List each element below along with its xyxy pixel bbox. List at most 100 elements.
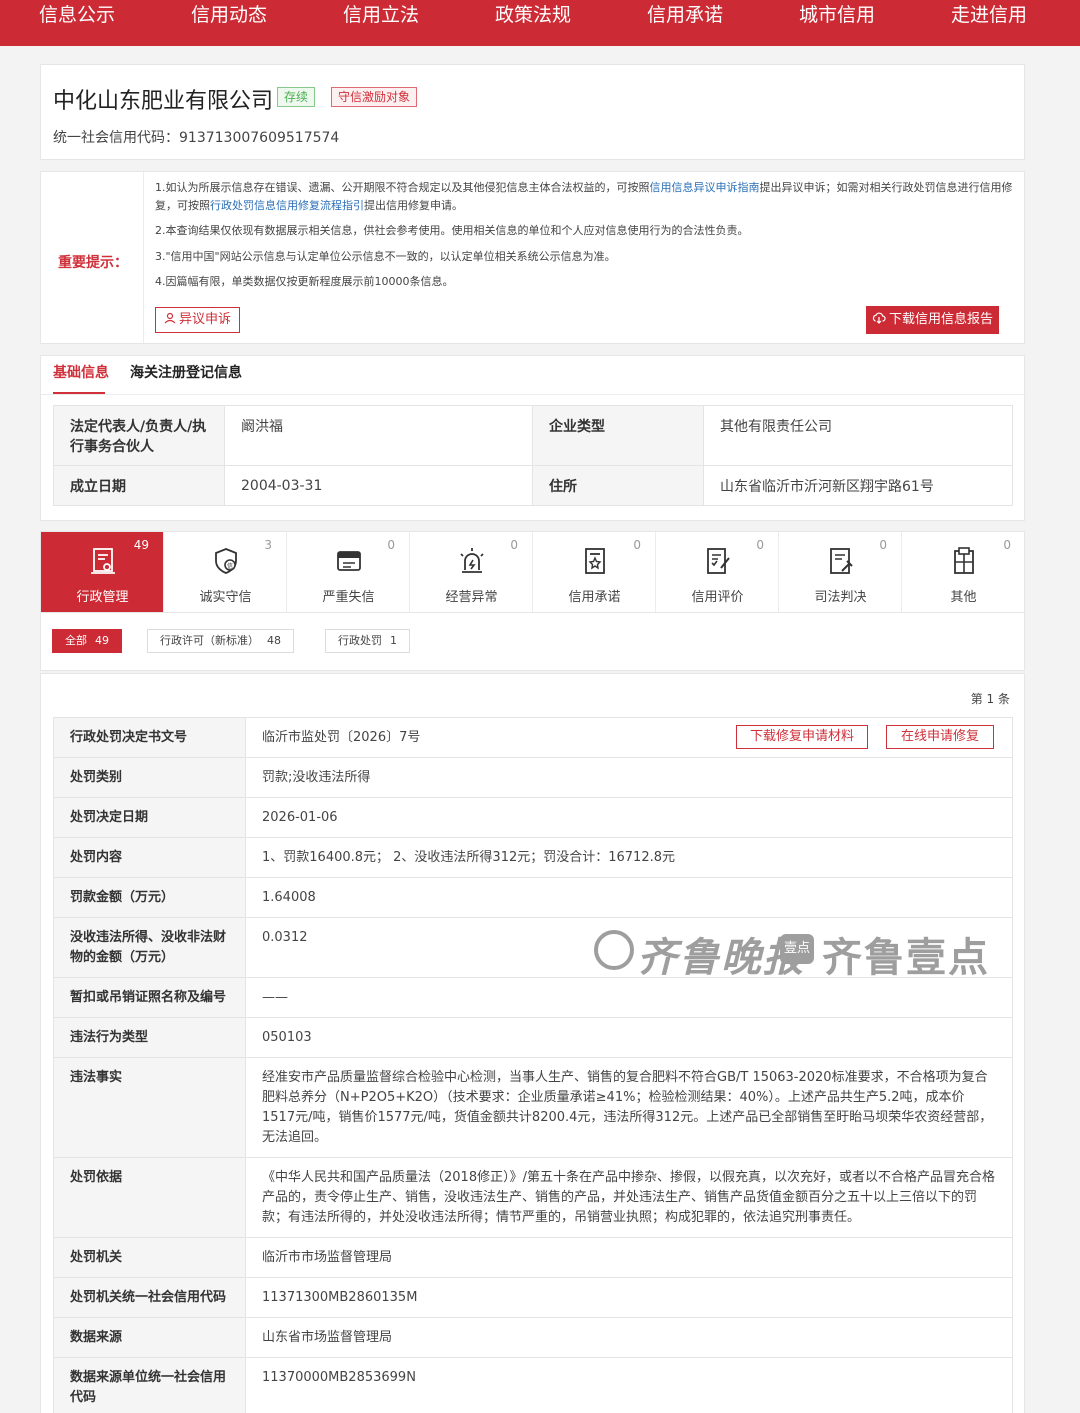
table-row: 数据来源 山东省市场监督管理局 <box>53 1317 1013 1358</box>
info-value: 其他有限责任公司 <box>703 405 1013 466</box>
person-icon <box>164 312 176 324</box>
admin-icon <box>91 548 115 574</box>
download-report-button[interactable]: 下载信用信息报告 <box>866 306 999 334</box>
record-value: 罚款;没收违法所得 <box>245 757 1013 798</box>
nav-item-policy[interactable]: 政策法规 <box>495 0 571 36</box>
filter-label: 行政处罚 <box>338 634 382 647</box>
record-index: 第 1 条 <box>970 692 1010 706</box>
nav-item-about[interactable]: 走进信用 <box>951 0 1027 36</box>
record-value: 1、罚款16400.8元； 2、没收违法所得312元；罚没合计：16712.8元 <box>245 837 1013 878</box>
filter-count: 1 <box>390 634 397 647</box>
incentive-badge: 守信激励对象 <box>331 87 418 107</box>
table-row: 处罚依据 《中华人民共和国产品质量法（2018修正）》/第五十条在产品中掺杂、掺假… <box>53 1157 1013 1238</box>
filter-penalty[interactable]: 行政处罚 1 <box>325 629 410 653</box>
record-value-cell: 临沂市监处罚〔2026〕7号 下载修复申请材料 在线申请修复 <box>245 717 1013 758</box>
credit-code-line: 统一社会信用代码：913713007609517574 <box>53 127 339 147</box>
record-key: 处罚机关 <box>53 1237 246 1278</box>
record-value: —— <box>245 977 1013 1018</box>
info-value: 山东省临沂市沂河新区翔宇路61号 <box>703 465 1013 506</box>
category-commitment[interactable]: 0 信用承诺 <box>533 532 656 612</box>
table-row: 暂扣或吊销证照名称及编号 —— <box>53 977 1013 1018</box>
dishonesty-icon <box>337 551 361 571</box>
objection-button[interactable]: 异议申诉 <box>155 307 240 333</box>
category-abnormal[interactable]: 0 经营异常 <box>410 532 533 612</box>
alarm-icon <box>460 548 484 573</box>
nav-item-info[interactable]: 信息公示 <box>39 0 115 36</box>
nav-item-city[interactable]: 城市信用 <box>799 0 875 36</box>
repair-guide-link[interactable]: 行政处罚信息信用修复流程指引 <box>210 199 364 212</box>
newspaper-logo-icon <box>594 930 634 970</box>
notice-text: 提出信用修复申请。 <box>364 199 463 212</box>
online-repair-button[interactable]: 在线申请修复 <box>886 725 994 749</box>
table-row: 处罚决定日期 2026-01-06 <box>53 797 1013 838</box>
download-repair-button[interactable]: 下载修复申请材料 <box>736 725 868 749</box>
category-evaluation[interactable]: 0 信用评价 <box>656 532 779 612</box>
category-count: 49 <box>133 538 149 552</box>
category-dishonesty[interactable]: 0 严重失信 <box>287 532 410 612</box>
info-key: 法定代表人/负责人/执行事务合伙人 <box>53 405 225 466</box>
watermark-brand-2: 齐鲁壹点 <box>822 935 990 981</box>
category-strip: 49 行政管理 信 3 诚实守信 0 严重失信 0 经营异常 0 信用承诺 0 … <box>40 531 1025 613</box>
credit-code-value: 913713007609517574 <box>179 130 340 146</box>
filter-count: 49 <box>95 634 109 647</box>
category-label: 行政管理 <box>76 590 129 605</box>
watermark-badge-icon: 壹点 <box>780 934 814 964</box>
notice-line-2: 2.本查询结果仅依现有数据展示相关信息，供社会参考使用。使用相关信息的单位和个人… <box>155 224 749 237</box>
category-honesty[interactable]: 信 3 诚实守信 <box>164 532 287 612</box>
record-key: 处罚机关统一社会信用代码 <box>53 1277 246 1318</box>
category-count: 0 <box>1003 538 1011 552</box>
objection-guide-link[interactable]: 信用信息异议申诉指南 <box>650 181 760 194</box>
category-count: 3 <box>264 538 272 552</box>
record-key: 处罚决定日期 <box>53 797 246 838</box>
notice-line-3: 3."信用中国"网站公示信息与认定单位公示信息不一致的，以认定单位相关系统公示信… <box>155 250 616 263</box>
record-key: 违法行为类型 <box>53 1017 246 1058</box>
tab-customs-info[interactable]: 海关注册登记信息 <box>130 362 242 382</box>
nav-item-legislation[interactable]: 信用立法 <box>343 0 419 36</box>
category-count: 0 <box>756 538 764 552</box>
table-row: 处罚类别 罚款;没收违法所得 <box>53 757 1013 798</box>
category-judgment[interactable]: 0 司法判决 <box>779 532 902 612</box>
record-card: 第 1 条 行政处罚决定书文号 临沂市监处罚〔2026〕7号 下载修复申请材料 … <box>40 673 1025 1413</box>
tabs-divider <box>41 394 1026 395</box>
nav-item-news[interactable]: 信用动态 <box>191 0 267 36</box>
honesty-icon: 信 <box>215 548 237 574</box>
notice-title: 重要提示： <box>58 255 128 271</box>
tab-basic-info[interactable]: 基础信息 <box>53 362 109 382</box>
cloud-download-icon <box>872 312 886 324</box>
info-value: 阚洪福 <box>224 405 533 466</box>
info-value: 2004-03-31 <box>224 465 533 506</box>
table-row: 成立日期 2004-03-31 住所 山东省临沂市沂河新区翔宇路61号 <box>53 465 1013 506</box>
category-label: 诚实守信 <box>199 590 252 605</box>
info-key: 住所 <box>532 465 704 506</box>
notice-text: 1.如认为所展示信息存在错误、遗漏、公开期限不符合规定以及其他侵犯信息主体合法权… <box>155 181 650 194</box>
table-row: 法定代表人/负责人/执行事务合伙人 阚洪福 企业类型 其他有限责任公司 <box>53 405 1013 466</box>
objection-button-label: 异议申诉 <box>178 312 231 327</box>
record-value: 050103 <box>245 1017 1013 1058</box>
filter-count: 48 <box>267 634 281 647</box>
category-other[interactable]: 0 其他 <box>902 532 1025 612</box>
filter-license[interactable]: 行政许可（新标准） 48 <box>147 629 294 653</box>
record-table: 行政处罚决定书文号 临沂市监处罚〔2026〕7号 下载修复申请材料 在线申请修复… <box>53 717 1013 1413</box>
filter-label: 行政许可（新标准） <box>160 634 259 647</box>
notice-line-1: 1.如认为所展示信息存在错误、遗漏、公开期限不符合规定以及其他侵犯信息主体合法权… <box>155 179 1015 215</box>
record-key: 罚款金额（万元） <box>53 877 246 918</box>
info-key: 成立日期 <box>53 465 225 506</box>
nav-item-commitment[interactable]: 信用承诺 <box>647 0 723 36</box>
notice-title-cell: 重要提示： <box>41 172 144 343</box>
info-key: 企业类型 <box>532 405 704 466</box>
table-row: 处罚机关统一社会信用代码 11371300MB2860135M <box>53 1277 1013 1318</box>
record-value: 山东省市场监督管理局 <box>245 1317 1013 1358</box>
category-admin[interactable]: 49 行政管理 <box>41 532 164 612</box>
record-key: 处罚类别 <box>53 757 246 798</box>
category-label: 严重失信 <box>322 590 375 605</box>
basic-info-card: 基础信息 海关注册登记信息 法定代表人/负责人/执行事务合伙人 阚洪福 企业类型… <box>40 355 1026 521</box>
credit-code-label: 统一社会信用代码： <box>53 130 179 146</box>
category-label: 其他 <box>950 590 977 605</box>
record-key: 行政处罚决定书文号 <box>53 717 246 758</box>
record-key: 处罚内容 <box>53 837 246 878</box>
category-count: 0 <box>387 538 395 552</box>
company-card: 中化山东肥业有限公司 存续 守信激励对象 统一社会信用代码：9137130076… <box>40 64 1025 160</box>
download-report-label: 下载信用信息报告 <box>888 312 993 327</box>
notice-card: 重要提示： 1.如认为所展示信息存在错误、遗漏、公开期限不符合规定以及其他侵犯信… <box>40 171 1025 344</box>
filter-all[interactable]: 全部 49 <box>52 629 122 653</box>
